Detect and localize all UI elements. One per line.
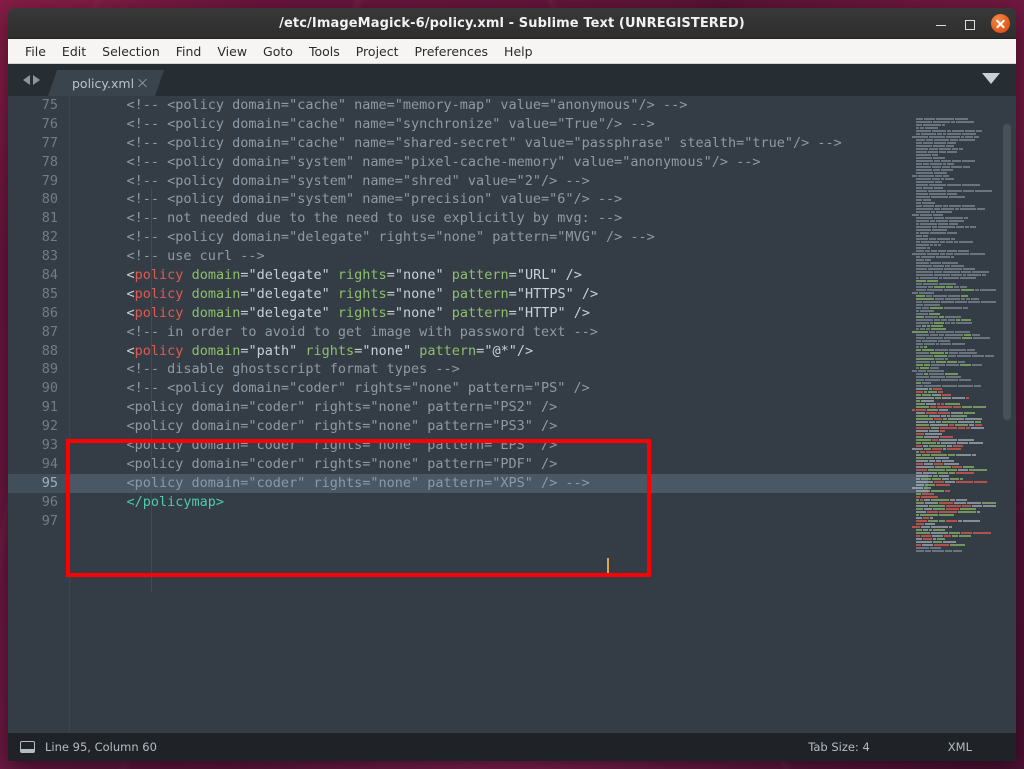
line-number: 90 <box>8 379 69 398</box>
line-number: 79 <box>41 172 58 189</box>
line-number: 96 <box>41 493 58 510</box>
code-line[interactable]: <!-- <policy domain="cache" name="memory… <box>94 96 1016 115</box>
close-icon[interactable] <box>991 14 1010 33</box>
tab-size-label[interactable]: Tab Size: 4 <box>808 740 870 754</box>
code-line[interactable]: <!-- <policy domain="system" name="preci… <box>94 190 1016 209</box>
tab-label: policy.xml <box>72 75 135 91</box>
minimize-icon[interactable] <box>933 16 949 32</box>
cursor-position-label[interactable]: Line 95, Column 60 <box>45 740 157 754</box>
menu-item-find[interactable]: Find <box>168 42 210 61</box>
code-line[interactable]: <policy domain="coder" rights="none" pat… <box>94 398 1016 417</box>
code-line[interactable]: <policy domain="coder" rights="none" pat… <box>94 436 1016 455</box>
vertical-scrollbar[interactable] <box>1001 96 1013 733</box>
code-line[interactable]: <policy domain="coder" rights="none" pat… <box>70 473 928 493</box>
code-line[interactable]: <policy domain="delegate" rights="none" … <box>94 285 1016 304</box>
code-line[interactable]: <!-- in order to avoid to get image with… <box>94 323 1016 342</box>
code-line[interactable]: <!-- <policy domain="cache" name="synchr… <box>94 115 1016 134</box>
line-number: 93 <box>41 437 58 454</box>
code-line[interactable]: <!-- <policy domain="system" name="shred… <box>94 172 1016 191</box>
code-line[interactable]: <!-- <policy domain="coder" rights="none… <box>94 379 1016 398</box>
menu-item-project[interactable]: Project <box>348 42 407 61</box>
line-number: 75 <box>41 97 58 113</box>
line-number: 87 <box>41 323 58 340</box>
sublime-text-window: /etc/ImageMagick-6/policy.xml - Sublime … <box>8 8 1016 761</box>
minimap-viewport[interactable] <box>908 96 996 733</box>
line-number: 82 <box>41 229 58 246</box>
line-number: 97 <box>41 512 58 529</box>
text-caret <box>607 558 609 576</box>
status-bar: Line 95, Column 60 Tab Size: 4 XML <box>8 733 1016 761</box>
line-number-gutter: 75 76 77 78 79 80 81 82 83 84 85 86 87 88 89 90 91 92 93 94… <box>8 96 70 733</box>
line-number: 84 <box>41 267 58 284</box>
line-number: 81 <box>41 210 58 227</box>
line-number: 89 <box>41 361 58 378</box>
menu-item-selection[interactable]: Selection <box>94 42 168 61</box>
line-number: 80 <box>41 191 58 208</box>
console-icon[interactable] <box>20 741 35 753</box>
menu-item-preferences[interactable]: Preferences <box>407 42 497 61</box>
menu-bar: File Edit Selection Find View Goto Tools Projec… <box>8 39 1016 64</box>
line-number: 94 <box>41 455 58 472</box>
code-line[interactable]: <!-- disable ghostscript format types --… <box>94 360 1016 379</box>
menu-item-tools[interactable]: Tools <box>301 42 348 61</box>
desktop-background: /etc/ImageMagick-6/policy.xml - Sublime … <box>0 0 1024 769</box>
code-line[interactable] <box>94 512 1016 531</box>
code-line[interactable]: <policy domain="coder" rights="none" pat… <box>94 417 1016 436</box>
window-title: /etc/ImageMagick-6/policy.xml - Sublime … <box>279 15 745 31</box>
code-line[interactable]: <!-- use curl --> <box>94 247 1016 266</box>
window-controls <box>933 8 1010 39</box>
menu-item-file[interactable]: File <box>17 42 54 61</box>
tab-nav-arrows[interactable] <box>8 64 54 96</box>
line-number: 85 <box>41 285 58 302</box>
line-number: 83 <box>41 248 58 265</box>
minimap[interactable] <box>908 96 996 733</box>
line-number: 92 <box>41 418 58 435</box>
syntax-label[interactable]: XML <box>948 740 972 754</box>
line-number: 86 <box>41 304 58 321</box>
tab-close-icon[interactable] <box>137 78 148 89</box>
line-number: 76 <box>41 115 58 132</box>
line-number: 91 <box>41 399 58 416</box>
line-number: 88 <box>41 342 58 359</box>
maximize-icon[interactable] <box>961 16 977 32</box>
status-bar-right: Tab Size: 4 XML <box>808 740 1000 754</box>
window-titlebar[interactable]: /etc/ImageMagick-6/policy.xml - Sublime … <box>8 8 1016 39</box>
menu-item-help[interactable]: Help <box>496 42 541 61</box>
code-line[interactable]: <!-- <policy domain="cache" name="shared… <box>94 134 1016 153</box>
menu-item-edit[interactable]: Edit <box>54 42 94 61</box>
menu-item-goto[interactable]: Goto <box>255 42 301 61</box>
code-line[interactable]: <policy domain="delegate" rights="none" … <box>94 304 1016 323</box>
line-number: 95 <box>8 473 69 493</box>
tab-bar: policy.xml <box>8 64 1016 96</box>
code-line[interactable]: <policy domain="coder" rights="none" pat… <box>94 455 1016 474</box>
line-number: 78 <box>41 153 58 170</box>
code-line[interactable]: <!-- <policy domain="delegate" rights="n… <box>94 228 1016 247</box>
line-number: 77 <box>41 134 58 151</box>
chevron-right-icon[interactable] <box>32 75 40 85</box>
code-content[interactable]: <!-- <policy domain="cache" name="memory… <box>70 96 1016 733</box>
chevron-down-icon[interactable] <box>982 73 1000 84</box>
scrollbar-thumb[interactable] <box>1003 124 1011 420</box>
code-line[interactable]: <policy domain="delegate" rights="none" … <box>94 266 1016 285</box>
code-line[interactable]: </policymap> <box>94 493 1016 512</box>
code-line[interactable]: <!-- <policy domain="system" name="pixel… <box>94 153 1016 172</box>
menu-item-view[interactable]: View <box>209 42 255 61</box>
chevron-left-icon[interactable] <box>22 75 30 85</box>
tab-policy-xml[interactable]: policy.xml <box>48 70 164 96</box>
code-line[interactable]: <!-- not needed due to the need to use e… <box>94 209 1016 228</box>
editor-area[interactable]: 75 76 77 78 79 80 81 82 83 84 85 86 87 88 89 90 91 92 93 94… <box>8 96 1016 733</box>
code-line[interactable]: <policy domain="path" rights="none" patt… <box>94 342 1016 361</box>
